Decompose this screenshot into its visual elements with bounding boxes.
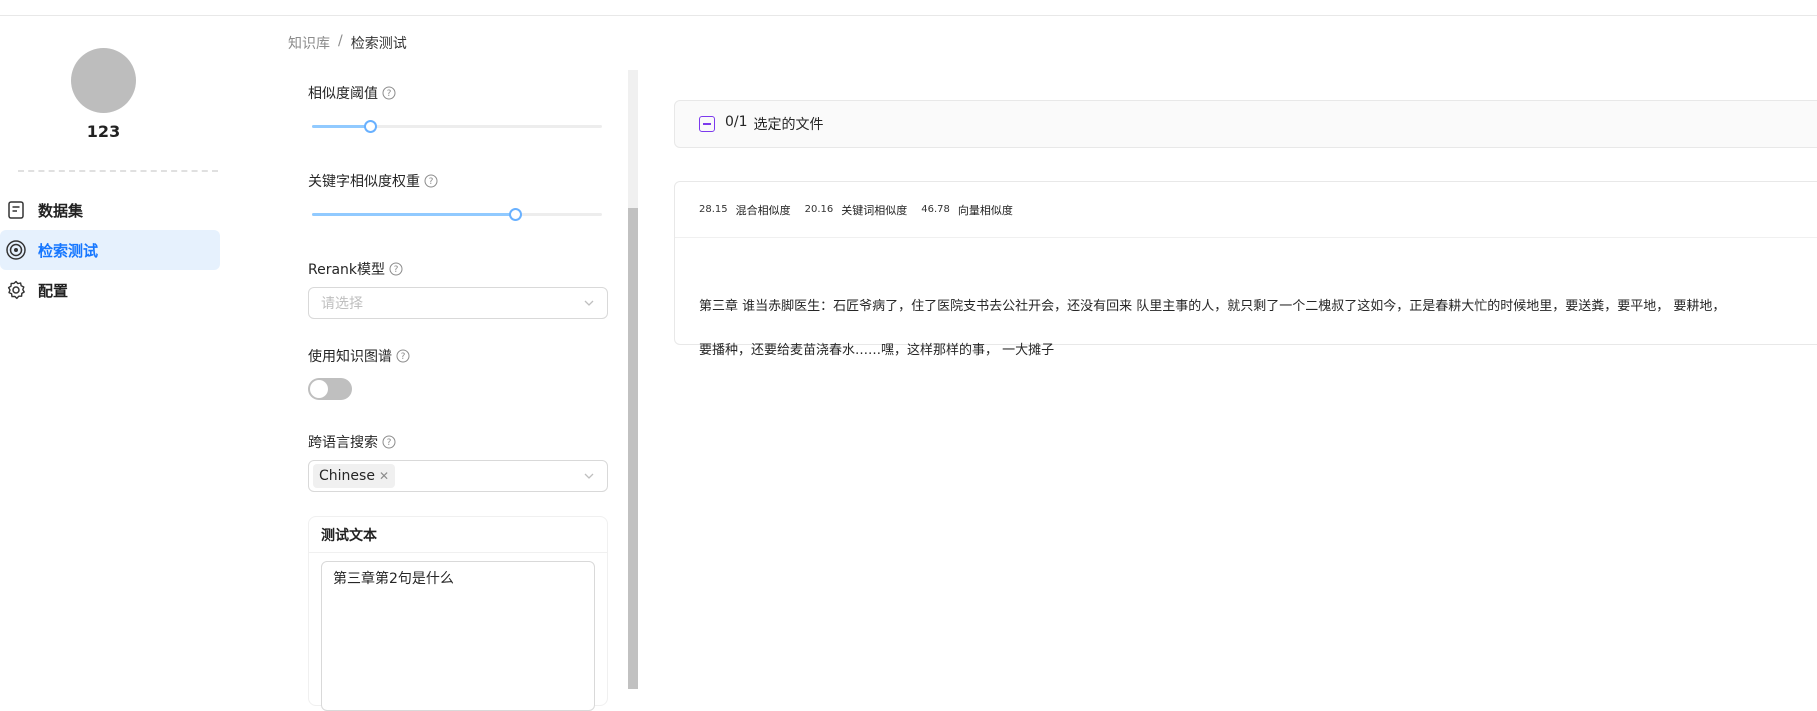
- document-icon: [4, 198, 28, 222]
- sidebar-item-retrieval-test[interactable]: 检索测试: [0, 230, 220, 270]
- top-bar: [0, 0, 1817, 16]
- slider-track: [312, 213, 515, 216]
- breadcrumb: 知识库 / 检索测试: [288, 33, 407, 53]
- knowledge-graph-label: 使用知识图谱 ?: [308, 346, 410, 366]
- svg-text:?: ?: [401, 352, 406, 362]
- sidebar: 123 数据集 检索测试 配置: [0, 16, 220, 689]
- similarity-threshold-slider[interactable]: [312, 120, 602, 133]
- rerank-label: Rerank模型 ?: [308, 259, 403, 279]
- sidebar-item-config[interactable]: 配置: [0, 270, 220, 310]
- keyword-score: 20.16 关键词相似度: [805, 202, 908, 218]
- result-card[interactable]: 28.15 混合相似度 20.16 关键词相似度 46.78 向量相似度 第三章…: [674, 181, 1817, 358]
- question-icon[interactable]: ?: [382, 86, 396, 100]
- file-selection-bar[interactable]: 0/1 选定的文件: [674, 100, 1817, 148]
- sidebar-item-dataset[interactable]: 数据集: [0, 190, 220, 230]
- settings-panel: 相似度阈值 ? 关键字相似度权重 ? Rerank模型 ? 请选择 使用知识图谱…: [298, 70, 618, 711]
- rerank-placeholder: 请选择: [321, 296, 363, 312]
- cross-language-select[interactable]: Chinese ✕: [308, 460, 608, 492]
- chevron-down-icon: [583, 470, 595, 482]
- sidebar-item-label: 配置: [38, 281, 69, 300]
- knowledge-graph-text: 使用知识图谱: [308, 349, 392, 365]
- language-tag: Chinese ✕: [313, 464, 395, 488]
- result-text-line: 第三章 谁当赤脚医生：石匠爷病了，住了医院支书去公社开会，还没有回来 队里主事的…: [699, 299, 1726, 314]
- target-icon: [4, 238, 28, 262]
- result-text-line: 要播种，还要给麦苗浇春水……嘿，这样那样的事， 一大摊子: [699, 343, 1055, 358]
- sidebar-item-label: 检索测试: [38, 241, 99, 260]
- question-icon[interactable]: ?: [424, 174, 438, 188]
- svg-text:?: ?: [429, 177, 434, 187]
- settings-scrollbar[interactable]: [628, 70, 638, 689]
- score-row: 28.15 混合相似度 20.16 关键词相似度 46.78 向量相似度: [675, 182, 1817, 238]
- hybrid-score-value: 28.15: [699, 204, 728, 215]
- breadcrumb-separator: /: [338, 33, 343, 49]
- close-icon[interactable]: ✕: [379, 469, 389, 483]
- question-icon[interactable]: ?: [389, 262, 403, 276]
- cross-language-text: 跨语言搜索: [308, 435, 378, 451]
- slider-handle[interactable]: [509, 208, 522, 221]
- slider-handle[interactable]: [364, 120, 377, 133]
- similarity-threshold-text: 相似度阈值: [308, 86, 378, 102]
- sidebar-divider: [18, 170, 218, 172]
- username: 123: [86, 122, 121, 141]
- test-text-title: 测试文本: [309, 517, 607, 553]
- breadcrumb-root[interactable]: 知识库: [288, 33, 330, 53]
- hybrid-score-label: 混合相似度: [735, 203, 791, 217]
- scrollbar-thumb[interactable]: [628, 208, 638, 689]
- question-icon[interactable]: ?: [396, 349, 410, 363]
- toggle-knob: [310, 380, 328, 398]
- keyword-score-value: 20.16: [804, 204, 834, 215]
- cross-language-label: 跨语言搜索 ?: [308, 432, 396, 452]
- similarity-threshold-label: 相似度阈值 ?: [308, 83, 396, 103]
- chevron-down-icon: [583, 297, 595, 309]
- slider-track: [312, 125, 370, 128]
- file-label: 选定的文件: [753, 117, 824, 133]
- test-text-card: 测试文本: [308, 516, 608, 711]
- keyword-weight-label: 关键字相似度权重 ?: [308, 171, 438, 191]
- vector-score: 46.78 向量相似度: [921, 202, 1013, 218]
- avatar[interactable]: [71, 48, 136, 113]
- keyword-score-label: 关键词相似度: [841, 203, 908, 217]
- language-tag-text: Chinese: [319, 468, 375, 484]
- keyword-weight-text: 关键字相似度权重: [308, 174, 420, 190]
- gear-icon: [4, 278, 28, 302]
- result-chunk-text: 第三章 谁当赤脚医生：石匠爷病了，住了医院支书去公社开会，还没有回来 队里主事的…: [699, 274, 1817, 384]
- rerank-text: Rerank模型: [308, 262, 386, 278]
- hybrid-score: 28.15 混合相似度: [699, 202, 791, 218]
- knowledge-graph-toggle[interactable]: [308, 378, 352, 400]
- rerank-select[interactable]: 请选择: [308, 287, 608, 319]
- file-count: 0/1: [725, 114, 748, 130]
- vector-score-label: 向量相似度: [957, 203, 1013, 217]
- svg-text:?: ?: [394, 265, 399, 275]
- file-selection-text: 0/1 选定的文件: [725, 114, 824, 134]
- keyword-weight-slider[interactable]: [312, 208, 602, 221]
- select-all-checkbox[interactable]: [699, 116, 715, 132]
- vector-score-value: 46.78: [921, 204, 950, 215]
- sidebar-item-label: 数据集: [38, 201, 84, 220]
- svg-text:?: ?: [387, 438, 392, 448]
- breadcrumb-current: 检索测试: [350, 36, 407, 52]
- question-icon[interactable]: ?: [382, 435, 396, 449]
- svg-text:?: ?: [387, 89, 392, 99]
